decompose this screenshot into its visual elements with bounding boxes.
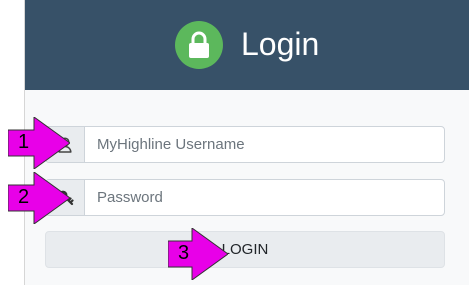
password-input-group [45,179,445,216]
callout-arrow-3 [168,228,228,280]
username-input[interactable] [85,127,444,162]
lock-icon [189,31,209,58]
callout-number-1: 1 [18,131,30,153]
lock-badge [175,21,223,69]
callout-number-3: 3 [178,242,190,264]
password-input[interactable] [85,180,444,215]
callout-number-2: 2 [18,186,30,208]
login-button[interactable]: LOGIN [45,231,445,268]
page-title: Login [241,26,320,62]
login-panel: Login LOGIN [24,0,469,285]
username-input-group [45,126,445,163]
login-header: Login [25,0,469,90]
